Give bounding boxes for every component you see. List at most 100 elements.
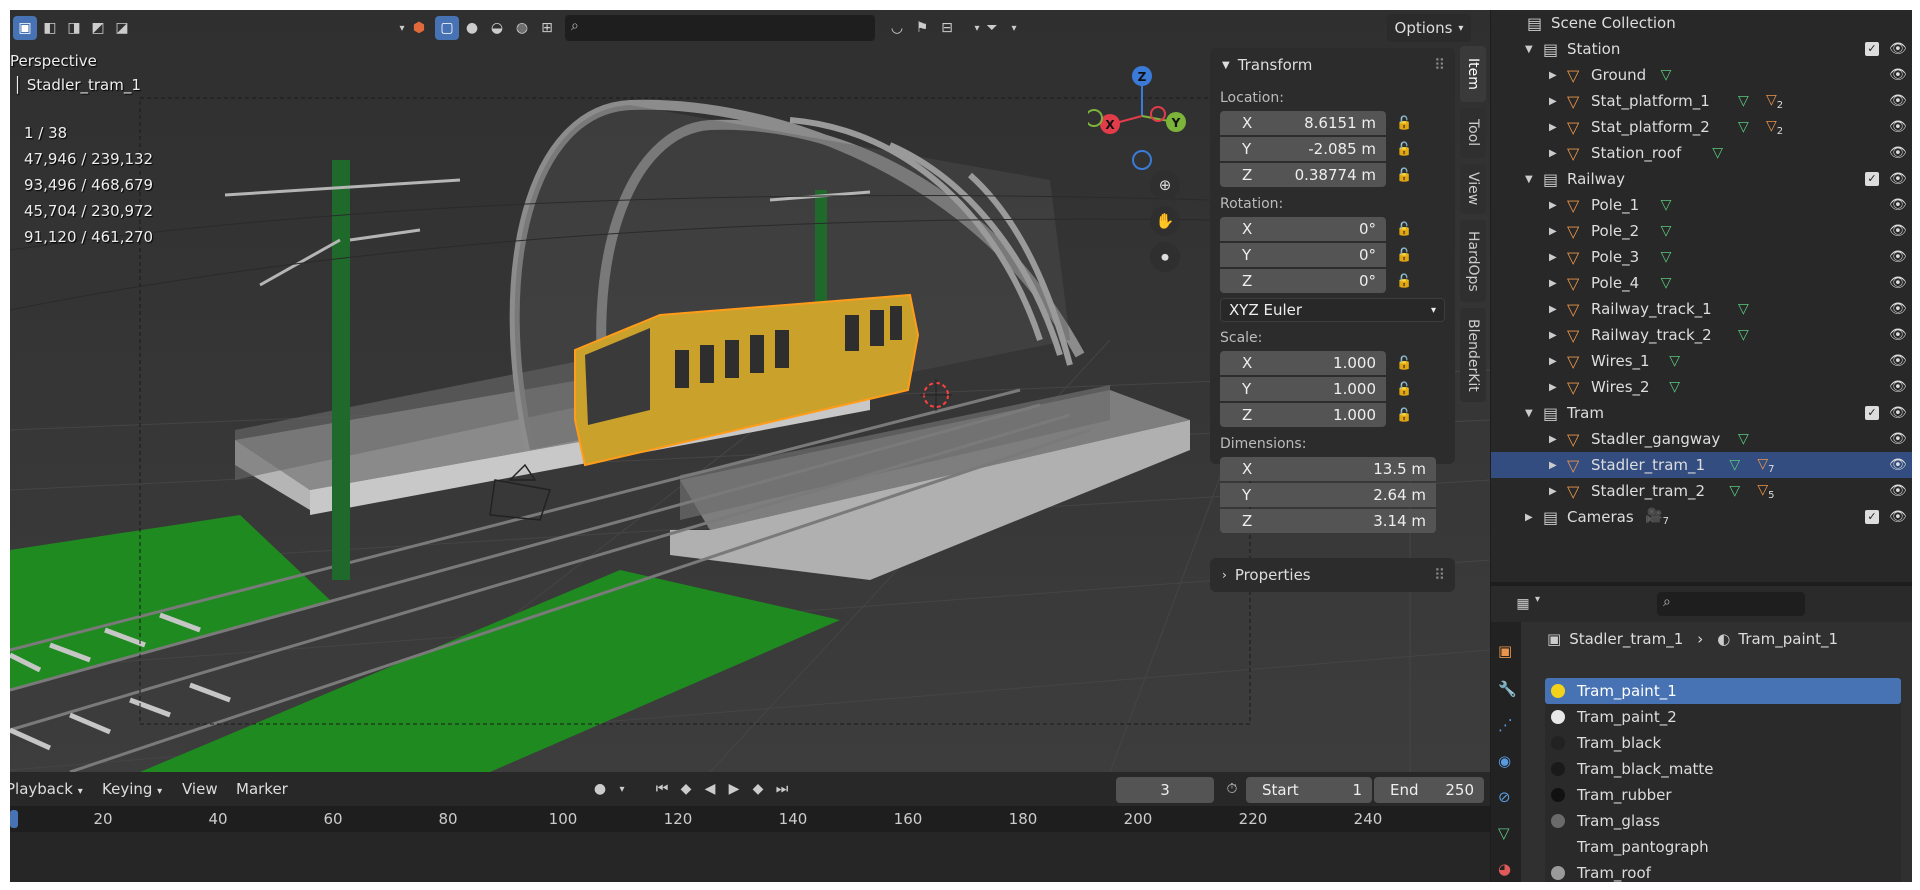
expand-down-icon[interactable]: ▼ xyxy=(1525,408,1533,419)
expand-right-icon[interactable]: ▶ xyxy=(1549,148,1557,159)
expand-right-icon[interactable]: ▶ xyxy=(1549,434,1557,445)
outliner-object-row[interactable]: ▶ ▽ Pole_2 ▽ 👁 xyxy=(1491,218,1912,244)
select-box-icon[interactable]: ▣ xyxy=(13,16,37,40)
mesh-data-icon[interactable]: ▽ xyxy=(1738,301,1749,317)
outliner-object-row[interactable]: ▶ ▽ Pole_3 ▽ 👁 xyxy=(1491,244,1912,270)
playhead[interactable] xyxy=(10,810,18,828)
outliner-collection-row[interactable]: ▼ ▤ Railway ✓ 👁 xyxy=(1491,166,1912,192)
lock-icon[interactable]: 🔓 xyxy=(1396,248,1420,263)
outliner-object-row[interactable]: ▶ ▽ Stadler_tram_2 ▽ ▽5 👁 xyxy=(1491,478,1912,504)
options-dropdown[interactable]: Options ▾ xyxy=(1387,14,1471,42)
scale-x-field[interactable]: X 1.000 xyxy=(1220,351,1386,375)
expand-right-icon[interactable]: ▶ xyxy=(1549,486,1557,497)
mesh-data-icon[interactable]: ▽ xyxy=(1738,119,1749,135)
physics-icon[interactable]: ◉ xyxy=(1498,752,1511,770)
visibility-eye-icon[interactable]: 👁 xyxy=(1889,171,1907,187)
visibility-eye-icon[interactable]: 👁 xyxy=(1889,223,1907,239)
visibility-eye-icon[interactable]: 👁 xyxy=(1889,405,1907,421)
tab-blenderkit[interactable]: BlenderKit xyxy=(1460,308,1486,402)
lock-icon[interactable]: 🔓 xyxy=(1396,274,1420,289)
play-icon[interactable]: ▶ xyxy=(722,777,746,801)
scale-y-field[interactable]: Y 1.000 xyxy=(1220,377,1386,401)
dimensions-x-field[interactable]: X 13.5 m xyxy=(1220,457,1436,481)
menu-keying[interactable]: Keying ▾ xyxy=(102,780,162,798)
drag-handle-icon[interactable]: ⠿ xyxy=(1434,566,1445,584)
expand-right-icon[interactable]: ▶ xyxy=(1549,200,1557,211)
location-z-field[interactable]: Z 0.38774 m xyxy=(1220,163,1386,187)
mesh-data-icon[interactable]: ▽ xyxy=(1738,327,1749,343)
chevron-down-icon[interactable]: ▾ xyxy=(610,777,634,801)
object-data-icon[interactable]: ▽5 xyxy=(1757,482,1774,501)
outliner-collection-row[interactable]: ▼ ▤ Tram ✓ 👁 xyxy=(1491,400,1912,426)
play-reverse-icon[interactable]: ◀ xyxy=(698,777,722,801)
rotation-z-field[interactable]: Z 0° xyxy=(1220,269,1386,293)
visibility-eye-icon[interactable]: 👁 xyxy=(1889,41,1907,57)
layout-icon[interactable]: ⊟ xyxy=(935,16,959,40)
expand-right-icon[interactable]: ▶ xyxy=(1549,70,1557,81)
location-x-field[interactable]: X 8.6151 m xyxy=(1220,111,1386,135)
mesh-data-icon[interactable]: ▽ xyxy=(1661,197,1672,213)
material-slot-item[interactable]: Tram_black_matte xyxy=(1545,756,1901,782)
lock-icon[interactable]: 🔓 xyxy=(1396,356,1420,371)
outliner-object-row[interactable]: ▶ ▽ Stadler_gangway ▽ 👁 xyxy=(1491,426,1912,452)
tab-tool[interactable]: Tool xyxy=(1460,108,1486,158)
expand-right-icon[interactable]: ▶ xyxy=(1549,252,1557,263)
outliner-object-row[interactable]: ▶ ▽ Wires_1 ▽ 👁 xyxy=(1491,348,1912,374)
overlay-gizmo-icon[interactable]: ⬢ xyxy=(407,16,431,40)
outliner-object-row[interactable]: ▶ ▽ Wires_2 ▽ 👁 xyxy=(1491,374,1912,400)
camera-icon[interactable]: 🎥7 xyxy=(1645,508,1669,527)
visibility-eye-icon[interactable]: 👁 xyxy=(1889,249,1907,265)
lock-icon[interactable]: 🔓 xyxy=(1396,222,1420,237)
lock-icon[interactable]: 🔓 xyxy=(1396,142,1420,157)
jump-end-icon[interactable]: ⏭ xyxy=(770,777,794,801)
shading-rendered-icon[interactable]: ◍ xyxy=(510,16,534,40)
shading-solid-icon[interactable]: ● xyxy=(460,16,484,40)
exclude-checkbox[interactable]: ✓ xyxy=(1865,510,1879,524)
zoom-icon[interactable]: ⊕ xyxy=(1150,170,1180,200)
visibility-eye-icon[interactable]: 👁 xyxy=(1889,275,1907,291)
record-icon[interactable]: ● xyxy=(588,777,612,801)
visibility-eye-icon[interactable]: 👁 xyxy=(1889,93,1907,109)
pan-hand-icon[interactable]: ✋ xyxy=(1150,206,1180,236)
mesh-data-icon[interactable]: ▽ xyxy=(1729,483,1740,499)
exclude-checkbox[interactable]: ✓ xyxy=(1865,172,1879,186)
object-properties-icon[interactable]: ▣ xyxy=(1498,642,1512,660)
mesh-data-icon[interactable]: ▽ xyxy=(1669,353,1680,369)
menu-marker[interactable]: Marker xyxy=(236,780,288,798)
lock-icon[interactable]: 🔓 xyxy=(1396,116,1420,131)
visibility-eye-icon[interactable]: 👁 xyxy=(1889,327,1907,343)
viewport-search-field[interactable]: ⌕ xyxy=(565,15,875,41)
next-keyframe-icon[interactable]: ◆ xyxy=(746,777,770,801)
lock-icon[interactable]: 🔓 xyxy=(1396,382,1420,397)
lock-icon[interactable]: 🔓 xyxy=(1396,408,1420,423)
expand-right-icon[interactable]: ▶ xyxy=(1549,304,1557,315)
mesh-data-icon[interactable]: ▽ xyxy=(1498,824,1510,842)
visibility-eye-icon[interactable]: 👁 xyxy=(1889,353,1907,369)
visibility-eye-icon[interactable]: 👁 xyxy=(1889,119,1907,135)
chevron-down-icon[interactable]: ▾ xyxy=(1535,594,1540,605)
properties-search-field[interactable]: ⌕ xyxy=(1657,592,1805,616)
outliner-object-row[interactable]: ▶ ▽ Stat_platform_2 ▽ ▽2 👁 xyxy=(1491,114,1912,140)
particles-icon[interactable]: ⋰ xyxy=(1498,716,1513,734)
material-slot-item[interactable]: Tram_paint_2 xyxy=(1545,704,1901,730)
outliner-object-row[interactable]: ▶ ▽ Stadler_tram_1 ▽ ▽7 👁 xyxy=(1491,452,1912,478)
exclude-checkbox[interactable]: ✓ xyxy=(1865,42,1879,56)
expand-right-icon[interactable]: ▶ xyxy=(1549,96,1557,107)
outliner-object-row[interactable]: ▶ ▽ Railway_track_2 ▽ 👁 xyxy=(1491,322,1912,348)
current-frame-field[interactable]: 3 xyxy=(1116,777,1214,803)
visibility-eye-icon[interactable]: 👁 xyxy=(1889,145,1907,161)
material-slot-item[interactable]: Tram_glass xyxy=(1545,808,1901,834)
object-data-icon[interactable]: ▽2 xyxy=(1766,118,1783,137)
outliner-collection-row[interactable]: ▼ ▤ Station ✓ 👁 xyxy=(1491,36,1912,62)
visibility-eye-icon[interactable]: 👁 xyxy=(1889,379,1907,395)
rotation-x-field[interactable]: X 0° xyxy=(1220,217,1386,241)
mesh-data-icon[interactable]: ▽ xyxy=(1738,93,1749,109)
mesh-data-icon[interactable]: ▽ xyxy=(1669,379,1680,395)
visibility-eye-icon[interactable]: 👁 xyxy=(1889,457,1907,473)
exclude-checkbox[interactable]: ✓ xyxy=(1865,406,1879,420)
shading-material-icon[interactable]: ◒ xyxy=(485,16,509,40)
visibility-eye-icon[interactable]: 👁 xyxy=(1889,431,1907,447)
timeline-keyframe-area[interactable] xyxy=(10,832,1490,882)
mesh-data-icon[interactable]: ▽ xyxy=(1661,223,1672,239)
dimensions-y-field[interactable]: Y 2.64 m xyxy=(1220,483,1436,507)
